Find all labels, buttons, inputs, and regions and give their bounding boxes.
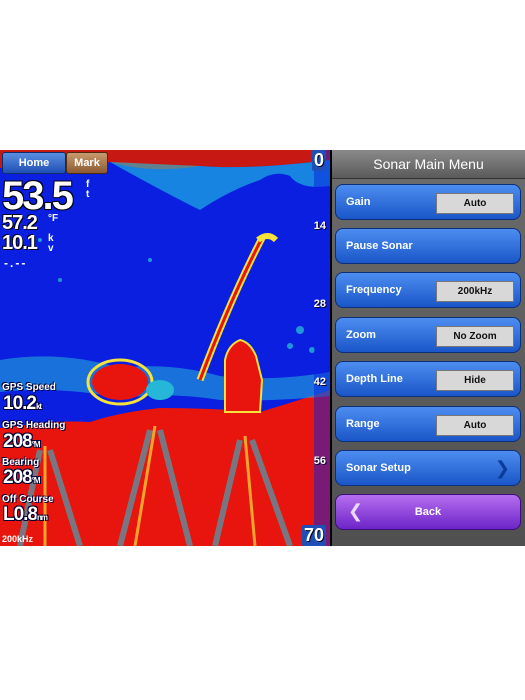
zoom-value: No Zoom [436,326,514,347]
temperature-unit: °F [48,213,59,224]
sonar-view: Home Mark 53.5 ft 57.2 °F 10.1 kv -.-- G… [0,150,330,546]
gps-heading-value: 208°M [3,431,41,452]
depth-scale-tick: 28 [313,298,326,310]
speed-unit: kv [48,233,54,254]
bearing-value: 208°M [3,467,41,488]
off-course-value: L0.8nm [3,504,48,525]
frequency-indicator: 200kHz [2,534,34,544]
range-label: Range [346,418,380,430]
depth-line-label: Depth Line [346,373,403,385]
chartplotter-screen: Home Mark 53.5 ft 57.2 °F 10.1 kv -.-- G… [0,150,525,546]
mark-button[interactable]: Mark [66,152,108,174]
gps-speed-label: GPS Speed [2,382,56,393]
pause-sonar-label: Pause Sonar [346,240,413,252]
depth-scale-tick: 56 [313,455,326,467]
gain-menu-item[interactable]: Gain Auto [335,184,521,220]
sonar-setup-menu-item[interactable]: Sonar Setup ❯ [335,450,521,486]
speed-readout: 10.1 [2,232,38,254]
depth-line-menu-item[interactable]: Depth Line Hide [335,361,521,397]
zoom-label: Zoom [346,329,376,341]
menu-title: Sonar Main Menu [332,150,525,179]
empty-readout: -.-- [4,256,28,270]
frequency-label: Frequency [346,284,402,296]
pause-sonar-menu-item[interactable]: Pause Sonar [335,228,521,264]
depth-line-value: Hide [436,370,514,391]
range-menu-item[interactable]: Range Auto [335,406,521,442]
depth-scale-tick: 14 [313,220,326,232]
depth-scale-tick: 42 [313,376,326,388]
back-label: Back [414,506,442,518]
depth-unit: ft [86,179,90,200]
depth-scale-top: 0 [311,150,326,171]
gps-speed-value: 10.2kt [3,393,42,414]
frequency-menu-item[interactable]: Frequency 200kHz [335,272,521,308]
depth-scale-bottom: 70 [301,525,326,546]
zoom-menu-item[interactable]: Zoom No Zoom [335,317,521,353]
sonar-setup-label: Sonar Setup [346,462,411,474]
home-button[interactable]: Home [2,152,66,174]
back-button[interactable]: ❮ Back [335,494,521,530]
gain-label: Gain [346,196,371,208]
frequency-value: 200kHz [436,281,514,302]
chevron-right-icon: ❯ [494,458,510,478]
gain-value: Auto [436,193,514,214]
sonar-main-menu: Sonar Main Menu Gain Auto Pause Sonar Fr… [332,150,525,546]
range-value: Auto [436,415,514,436]
gps-heading-label: GPS Heading [2,420,66,431]
